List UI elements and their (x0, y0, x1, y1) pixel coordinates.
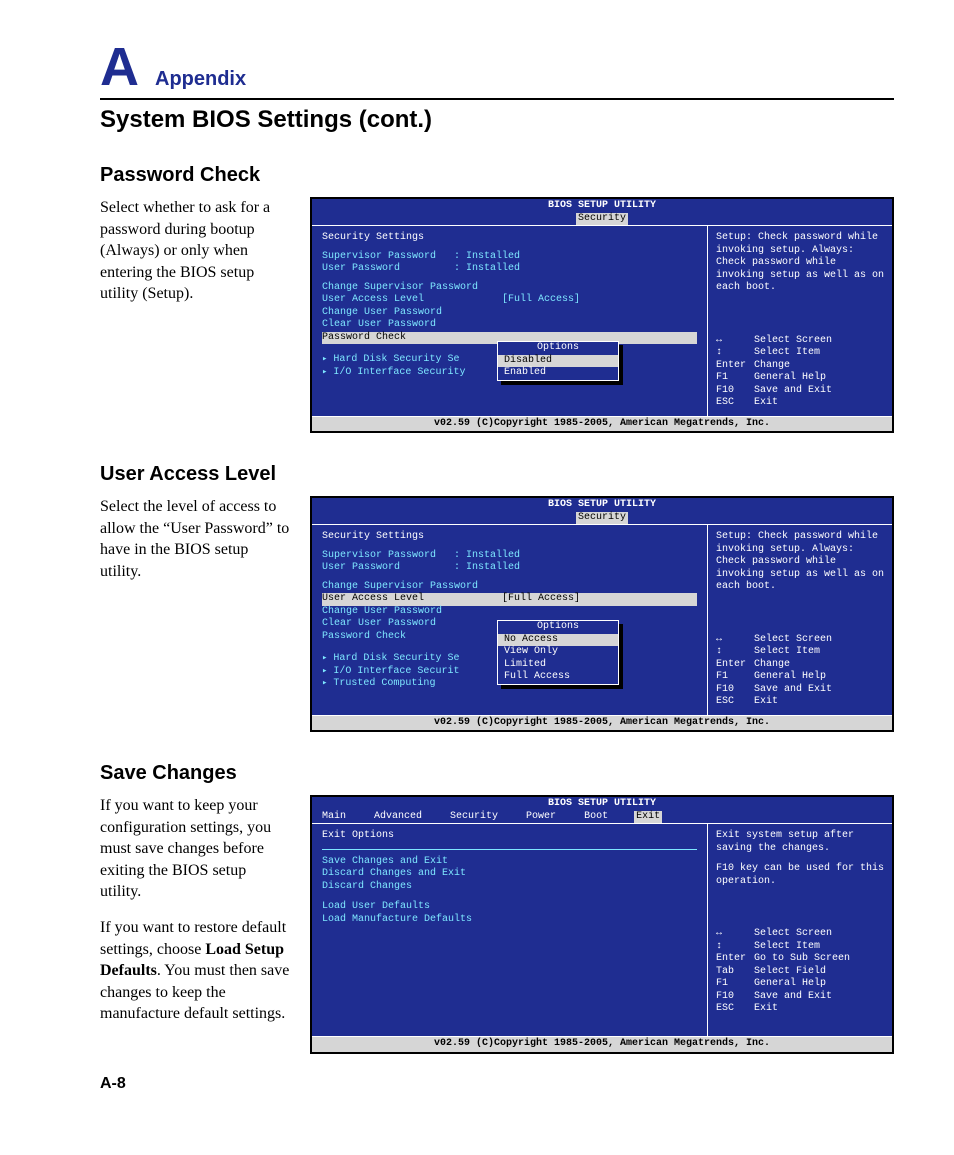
item-discard[interactable]: Discard Changes (322, 881, 697, 894)
bios-help-pane: Setup: Check password while invoking set… (708, 226, 892, 416)
item-load-user-defaults[interactable]: Load User Defaults (322, 901, 697, 914)
item-change-user-pw[interactable]: Change User Password (322, 307, 697, 320)
bios-footer: v02.59 (C)Copyright 1985-2005, American … (312, 1037, 892, 1052)
arrow-ud-icon (716, 347, 754, 360)
bios-tabs: Security (312, 213, 892, 226)
bios-screenshot-save-changes: BIOS SETUP UTILITY Main Advanced Securit… (310, 795, 894, 1054)
popup-title: Options (498, 342, 618, 355)
bios-tabs: Security (312, 512, 892, 525)
arrow-lr-icon (716, 335, 754, 348)
bios-help-pane: Exit system setup after saving the chang… (708, 824, 892, 1036)
section-password-check: Password Check Select whether to ask for… (100, 164, 894, 433)
section-description: If you want to keep your configuration s… (100, 795, 290, 1039)
bios-left-pane: Exit Options Save Changes and Exit Disca… (312, 824, 708, 1036)
bios-help-pane: Setup: Check password while invoking set… (708, 525, 892, 715)
arrow-lr-icon (716, 928, 754, 941)
bios-footer: v02.59 (C)Copyright 1985-2005, American … (312, 716, 892, 731)
section-description: Select whether to ask for a password dur… (100, 197, 290, 319)
bios-left-pane: Security Settings Supervisor Password : … (312, 525, 708, 715)
tab-boot[interactable]: Boot (582, 811, 610, 824)
appendix-header: A Appendix (100, 40, 894, 94)
security-settings-header: Security Settings (322, 232, 697, 245)
bios-title: BIOS SETUP UTILITY (312, 797, 892, 811)
appendix-label: Appendix (155, 68, 246, 91)
bios-footer: v02.59 (C)Copyright 1985-2005, American … (312, 417, 892, 432)
section-title: Save Changes (100, 762, 894, 785)
page-title: System BIOS Settings (cont.) (100, 106, 894, 134)
security-settings-header: Security Settings (322, 531, 697, 544)
exit-options-header: Exit Options (322, 830, 697, 843)
tab-security[interactable]: Security (448, 811, 500, 824)
arrow-lr-icon (716, 634, 754, 647)
popup-option-disabled[interactable]: Disabled (498, 355, 618, 368)
tab-advanced[interactable]: Advanced (372, 811, 424, 824)
bios-screenshot-user-access-level: BIOS SETUP UTILITY Security Security Set… (310, 496, 894, 732)
popup-option-full-access[interactable]: Full Access (498, 671, 618, 684)
section-save-changes: Save Changes If you want to keep your co… (100, 762, 894, 1054)
popup-title: Options (498, 621, 618, 634)
tab-power[interactable]: Power (524, 811, 558, 824)
item-change-supervisor[interactable]: Change Supervisor Password (322, 282, 697, 295)
header-rule (100, 98, 894, 100)
bios-screenshot-password-check: BIOS SETUP UTILITY Security Security Set… (310, 197, 894, 433)
popup-option-enabled[interactable]: Enabled (498, 367, 618, 380)
item-save-exit[interactable]: Save Changes and Exit (322, 856, 697, 869)
section-title: User Access Level (100, 463, 894, 486)
section-title: Password Check (100, 164, 894, 187)
tab-security[interactable]: Security (576, 512, 628, 525)
item-change-supervisor[interactable]: Change Supervisor Password (322, 581, 697, 594)
bios-tabs: Main Advanced Security Power Boot Exit (312, 811, 892, 824)
item-discard-exit[interactable]: Discard Changes and Exit (322, 868, 697, 881)
item-user-access-level[interactable]: User Access Level [Full Access] (322, 294, 697, 307)
options-popup: Options Disabled Enabled (497, 341, 619, 381)
tab-exit[interactable]: Exit (634, 811, 662, 824)
page-number: A-8 (100, 1075, 126, 1093)
section-description: Select the level of access to allow the … (100, 496, 290, 596)
tab-main[interactable]: Main (320, 811, 348, 824)
appendix-letter: A (100, 40, 139, 94)
item-change-user-pw[interactable]: Change User Password (322, 606, 697, 619)
bios-left-pane: Security Settings Supervisor Password : … (312, 226, 708, 416)
item-clear-user-pw[interactable]: Clear User Password (322, 319, 697, 332)
popup-option-view-only[interactable]: View Only (498, 646, 618, 659)
popup-option-limited[interactable]: Limited (498, 659, 618, 672)
bios-title: BIOS SETUP UTILITY (312, 498, 892, 512)
tab-security[interactable]: Security (576, 213, 628, 226)
options-popup: Options No Access View Only Limited Full… (497, 620, 619, 685)
section-user-access-level: User Access Level Select the level of ac… (100, 463, 894, 732)
item-user-access-level-selected[interactable]: User Access Level [Full Access] (322, 593, 697, 606)
item-load-manufacture-defaults[interactable]: Load Manufacture Defaults (322, 914, 697, 927)
arrow-ud-icon (716, 941, 754, 954)
arrow-ud-icon (716, 646, 754, 659)
popup-option-no-access[interactable]: No Access (498, 634, 618, 647)
bios-title: BIOS SETUP UTILITY (312, 199, 892, 213)
